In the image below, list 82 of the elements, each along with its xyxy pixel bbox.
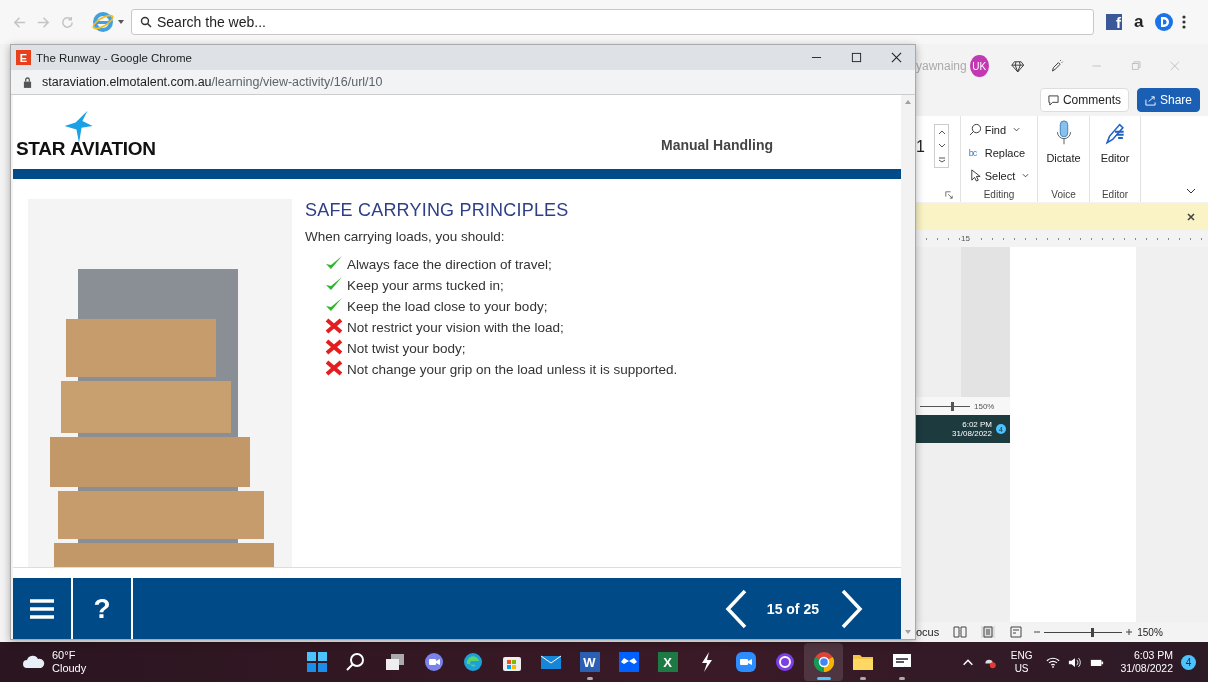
scroll-down-icon[interactable] [937,143,946,149]
cross-icon [325,317,343,334]
chrome-icon[interactable] [804,643,843,681]
lock-icon[interactable] [23,76,32,88]
page-counter: 15 of 25 [766,600,819,617]
menu-icon[interactable] [1182,14,1187,30]
user-name: yawnaing [916,59,966,73]
list-item-text: Not restrict your vision with the load; [347,320,564,335]
maximize-icon[interactable] [851,52,862,64]
list-item-text: Keep the load close to your body; [347,299,548,314]
next-page-icon[interactable] [841,588,863,629]
list-item-text: Always face the direction of travel; [347,257,552,272]
list-item-text: Keep your arms tucked in; [347,278,504,293]
group-label: Voice [1051,189,1076,200]
clock-time: 6:02 PM [962,420,992,429]
dialog-launcher-icon[interactable] [945,191,953,199]
replace-button[interactable]: bc Replace [968,143,1030,162]
check-icon [325,275,343,292]
close-icon[interactable] [1186,211,1196,222]
font-size-value: 1 [916,138,926,156]
read-mode-icon[interactable] [953,626,968,638]
menu-icon [30,598,54,619]
more-styles-icon[interactable] [937,157,946,163]
clock-date[interactable]: 31/08/2022 [1120,662,1173,675]
focus-button[interactable]: ocus [916,626,940,638]
ruler-number: 15 [960,234,971,243]
diamond-icon[interactable] [1010,58,1025,74]
d-circle-icon[interactable] [1154,12,1175,32]
editor-button[interactable]: Editor [1100,120,1130,164]
caret-icon[interactable] [1013,127,1021,132]
cursor-icon [968,169,982,182]
check-icon [325,296,343,313]
cross-icon [325,338,343,355]
temperature: 60°F [52,649,77,662]
close-icon[interactable] [891,52,902,64]
module-title: Manual Handling [661,137,773,153]
cross-icon [325,359,343,376]
cloud-icon[interactable] [22,655,46,669]
clock-time[interactable]: 6:03 PM [1133,649,1173,662]
web-layout-icon[interactable] [1009,626,1024,638]
section-heading: SAFE CARRYING PRINCIPLES [305,200,570,221]
dictate-button[interactable]: Dictate [1046,120,1081,164]
caret-icon[interactable] [1022,173,1030,178]
notification-badge[interactable]: 4 [1181,654,1196,670]
style-scroll-control[interactable] [934,124,949,168]
amazon-icon[interactable]: a [1134,14,1144,30]
speech-bubble-icon [1047,94,1059,106]
weather-condition: Cloudy [52,662,87,675]
previous-page-icon[interactable] [724,588,747,629]
select-button[interactable]: Select [968,166,1030,185]
pen-icon[interactable] [1050,58,1064,74]
list-item-text: Not change your grip on the load unless it is supported. [347,362,678,377]
intro-text: When carrying loads, you should: [305,229,506,244]
comments-button[interactable]: Comments [1039,88,1129,112]
clock-date: 31/08/2022 [951,429,992,438]
page-url: staraviation.elmotalent.com.au/learning/view-activity/16/url/10 [42,75,383,90]
print-layout-icon[interactable] [981,626,996,638]
globe-e-icon[interactable] [92,11,126,33]
zoom-in-icon[interactable] [1125,628,1134,636]
favicon: E [16,50,31,66]
zoom-level[interactable]: 150% [1137,626,1163,638]
find-button[interactable]: Find [968,120,1030,139]
share-icon [1144,94,1156,106]
avatar[interactable]: UK [970,55,989,77]
search-icon [968,123,982,136]
window-title: The Runway - Google Chrome [36,51,193,64]
search-field[interactable]: Search the web... [131,9,1094,35]
facebook-icon[interactable]: f [1106,14,1122,30]
search-icon [140,16,152,28]
list-item-text: Not twist your body; [347,341,466,356]
logo-text: STAR AVIATION [16,139,156,159]
slider-thumb[interactable] [1091,627,1095,637]
group-label: Editor [1101,189,1129,200]
language-indicator[interactable]: ENG US [1010,649,1033,675]
group-label: Editing [983,189,1015,200]
collapse-ribbon-icon[interactable] [1186,188,1196,194]
share-button[interactable]: Share [1136,88,1200,112]
zoom-level: 150% [974,401,995,411]
scroll-up-icon[interactable] [937,129,946,135]
volume-icon[interactable] [1068,655,1083,669]
check-icon [325,254,343,271]
wifi-icon[interactable] [1046,655,1061,669]
